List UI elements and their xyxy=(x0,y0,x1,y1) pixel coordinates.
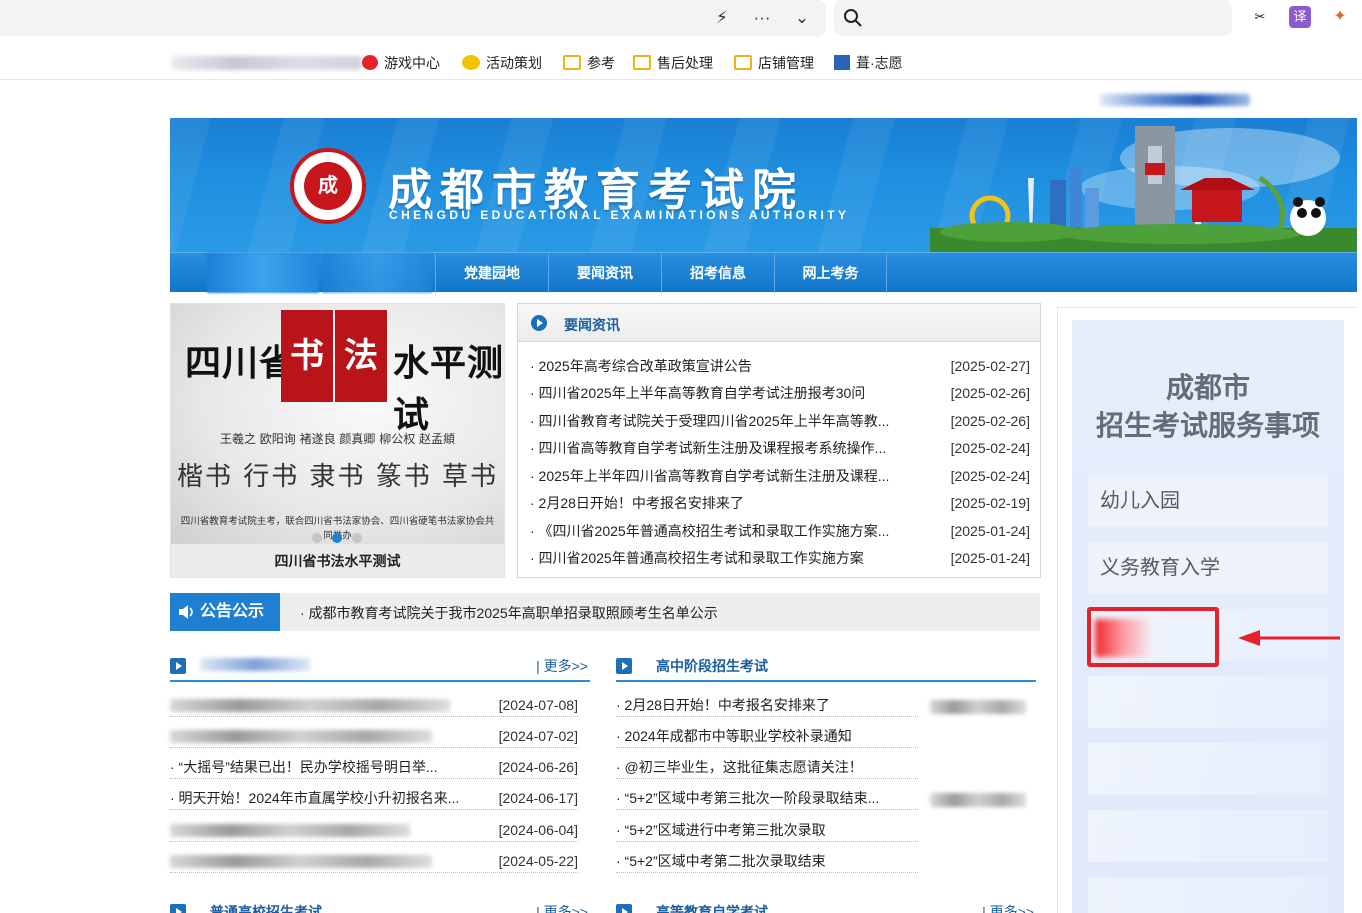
redacted-label xyxy=(1095,619,1151,657)
news-item[interactable]: · 四川省2025年普通高校招生考试和录取工作实施方案 [2025-01-24] xyxy=(530,548,1030,568)
nav-item-blurred[interactable] xyxy=(207,253,319,293)
service-button-blurred[interactable] xyxy=(1088,676,1328,728)
carousel-dot[interactable] xyxy=(312,533,322,543)
play-square-icon xyxy=(170,904,186,913)
site-banner: 成 成都市教育考试院 CHENGDU EDUCATIONAL EXAMINATI… xyxy=(170,118,1357,252)
logo-seal: 成 xyxy=(290,148,366,224)
blurred-dates xyxy=(930,793,1026,807)
play-circle-icon xyxy=(531,315,547,331)
bookmarks-bar: 游戏中心 活动策划 参考 售后处理 店铺管理 葺·志愿 xyxy=(0,44,1362,80)
list-item[interactable]: · “大摇号”结果已出！民办学校摇号明日举... [2024-06-26] xyxy=(170,755,578,779)
activity-icon xyxy=(462,55,480,70)
more-link[interactable]: | 更多>> xyxy=(536,656,588,676)
list-item[interactable]: · 明天开始！2024年市直属学校小升初报名来... [2024-06-17] xyxy=(170,786,578,810)
red-arrow-annotation xyxy=(1238,630,1340,646)
service-kindergarten-button[interactable]: 幼儿入园 xyxy=(1088,475,1328,527)
folder-icon xyxy=(563,55,581,70)
news-panel-header: 要闻资讯 xyxy=(518,304,1040,342)
nav-admissions[interactable]: 招考信息 xyxy=(661,253,774,293)
bottom-left-section-header: 普通高校招生考试 | 更多>> xyxy=(170,898,590,913)
browser-toolbar: ⚡ ··· ⌄ ✂ 译 ✦ xyxy=(0,0,1362,40)
section-title[interactable]: 高中阶段招生考试 xyxy=(656,656,768,676)
highlight-box xyxy=(1087,607,1219,667)
list-item[interactable]: · “5+2”区域中考第二批次录取结束 xyxy=(616,849,918,873)
lightning-icon[interactable]: ⚡ xyxy=(710,7,734,29)
bookmark-reference[interactable]: 参考 xyxy=(563,53,615,73)
list-item[interactable]: · “5+2”区域中考第三批次一阶段录取结束... xyxy=(616,786,918,810)
news-item[interactable]: · 2月28日开始！中考报名安排来了 [2025-02-19] xyxy=(530,493,1030,513)
chevron-down-icon[interactable]: ⌄ xyxy=(790,7,814,29)
folder-icon xyxy=(734,55,752,70)
list-item[interactable]: [2024-07-02] xyxy=(170,724,578,748)
list-item[interactable]: [2024-07-08] xyxy=(170,693,578,717)
list-item[interactable]: · 2月28日开始！中考报名安排来了 xyxy=(616,693,918,717)
more-icon[interactable]: ··· xyxy=(750,7,774,29)
search-icon xyxy=(844,9,862,27)
news-item[interactable]: · 四川省2025年上半年高等教育自学考试注册报考30问 [2025-02-26] xyxy=(530,383,1030,403)
scissors-icon[interactable]: ✂ xyxy=(1249,6,1271,28)
blurred-bookmarks xyxy=(172,56,362,70)
carousel-dot-active[interactable] xyxy=(332,533,342,543)
announcement-text[interactable]: · 成都市教育考试院关于我市2025年高职单招录取照顾考生名单公示 xyxy=(300,603,718,623)
city-skyline-illustration xyxy=(930,126,1357,252)
nav-news[interactable]: 要闻资讯 xyxy=(548,253,661,293)
carousel-caption[interactable]: 四川省书法水平测试 xyxy=(171,551,504,571)
list-item[interactable]: · “5+2”区域进行中考第三批次录取 xyxy=(616,818,918,842)
bookmark-after-sales[interactable]: 售后处理 xyxy=(633,53,713,73)
speaker-icon xyxy=(179,605,193,619)
carousel-dot[interactable] xyxy=(352,533,362,543)
bookmark-game-center[interactable]: 游戏中心 xyxy=(362,53,440,73)
announcement-bar: 公告公示 · 成都市教育考试院关于我市2025年高职单招录取照顾考生名单公示 xyxy=(170,593,1040,631)
search-input[interactable] xyxy=(834,0,1232,36)
service-title-line2: 招生考试服务事项 xyxy=(1095,409,1320,442)
news-item[interactable]: · 2025年高考综合改革政策宣讲公告 [2025-02-27] xyxy=(530,356,1030,376)
list-item[interactable]: [2024-05-22] xyxy=(170,849,578,873)
game-center-icon xyxy=(362,55,378,70)
volunteer-icon xyxy=(834,55,850,70)
folder-icon xyxy=(633,55,651,70)
nav-item-blurred[interactable] xyxy=(322,253,432,293)
play-square-icon xyxy=(616,904,632,913)
image-carousel[interactable]: 四川省 书 法 水平测试 王羲之 欧阳询 褚遂良 颜真卿 柳公权 赵孟頫 楷书 … xyxy=(170,303,505,578)
main-nav: 党建园地 要闻资讯 招考信息 网上考务 xyxy=(170,252,1357,293)
blurred-header-link xyxy=(1100,94,1250,106)
left-section-header: | 更多>> xyxy=(170,652,590,682)
service-button-blurred[interactable] xyxy=(1088,743,1328,795)
translate-icon[interactable]: 译 xyxy=(1289,6,1311,28)
announcement-tag: 公告公示 xyxy=(170,593,280,631)
bookmark-volunteer[interactable]: 葺·志愿 xyxy=(834,53,903,73)
bottom-right-section-header: 高等教育自学考试 | 更多>> xyxy=(616,898,1036,913)
news-panel-title[interactable]: 要闻资讯 xyxy=(564,315,620,335)
play-square-icon xyxy=(170,658,186,674)
bookmark-activity-planning[interactable]: 活动策划 xyxy=(462,53,542,73)
play-square-icon xyxy=(616,658,632,674)
service-button-blurred[interactable] xyxy=(1088,877,1328,913)
list-item[interactable]: [2024-06-04] xyxy=(170,818,578,842)
news-item[interactable]: · 2025年上半年四川省高等教育自学考试新生注册及课程... [2025-02-… xyxy=(530,466,1030,486)
list-item[interactable]: · @初三毕业生，这批征集志愿请关注！ xyxy=(616,755,918,779)
news-item[interactable]: · 四川省高等教育自学考试新生注册及课程报考系统操作... [2025-02-24… xyxy=(530,438,1030,458)
blurred-dates xyxy=(930,700,1026,714)
blurred-section-title[interactable] xyxy=(200,658,310,671)
game-icon[interactable]: ✦ xyxy=(1329,6,1351,28)
right-section-header: 高中阶段招生考试 xyxy=(616,652,1036,682)
nav-online-exams[interactable]: 网上考务 xyxy=(774,253,887,293)
address-bar[interactable]: ⚡ ··· ⌄ xyxy=(0,0,826,36)
bookmark-store-management[interactable]: 店铺管理 xyxy=(734,53,814,73)
nav-party-building[interactable]: 党建园地 xyxy=(435,253,548,293)
service-button-blurred[interactable] xyxy=(1088,810,1328,862)
news-panel: 要闻资讯 · 2025年高考综合改革政策宣讲公告 [2025-02-27] · 四… xyxy=(517,303,1041,578)
carousel-slide-image[interactable]: 四川省 书 法 水平测试 王羲之 欧阳询 褚遂良 颜真卿 柳公权 赵孟頫 楷书 … xyxy=(171,304,504,544)
list-item[interactable]: · 2024年成都市中等职业学校补录通知 xyxy=(616,724,918,748)
news-item[interactable]: · 《四川省2025年普通高校招生考试和录取工作实施方案... [2025-01-… xyxy=(530,521,1030,541)
service-compulsory-education-button[interactable]: 义务教育入学 xyxy=(1088,542,1328,594)
carousel-dots xyxy=(312,530,372,544)
news-item[interactable]: · 四川省教育考试院关于受理四川省2025年上半年高等教... [2025-02-… xyxy=(530,411,1030,431)
service-title-line1: 成都市 xyxy=(1165,371,1250,404)
site-subtitle: CHENGDU EDUCATIONAL EXAMINATIONS AUTHORI… xyxy=(389,208,850,222)
